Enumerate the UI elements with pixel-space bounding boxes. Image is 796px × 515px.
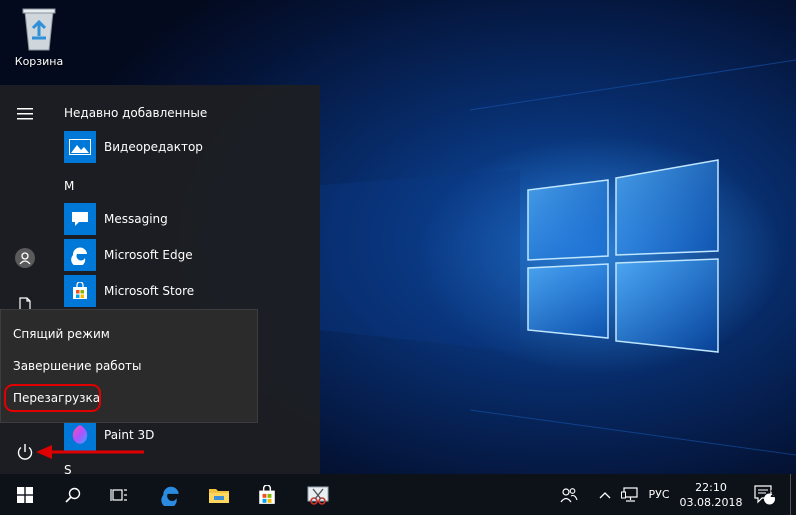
chevron-up-icon [599,491,611,498]
taskbar-snipping-tool[interactable] [296,474,340,515]
app-label: Messaging [104,212,168,226]
app-label: Microsoft Edge [104,248,193,262]
hamburger-icon [17,108,33,120]
store-tile [64,275,96,307]
input-language-button[interactable]: РУС [644,474,674,515]
show-hidden-icons-button[interactable] [594,474,616,515]
app-label: Paint 3D [104,428,155,442]
clock-time: 22:10 [695,480,727,494]
people-icon [560,487,578,502]
edge-tile [64,239,96,271]
scissors-icon [307,486,329,505]
red-arrow-annotation [36,445,144,459]
section-m-header[interactable]: M [64,179,74,193]
recycle-bin-label: Корзина [14,55,64,68]
clock-date: 03.08.2018 [679,495,743,509]
power-options-menu: Спящий режим Завершение работы Перезагру… [0,309,258,423]
network-icon [621,486,638,502]
app-messaging[interactable]: Messaging [64,203,168,235]
notification-count-badge: 2 [770,489,777,500]
folder-icon [209,488,229,503]
app-label: Видеоредактор [104,140,203,154]
task-view-button[interactable] [98,474,140,515]
taskbar-store[interactable] [246,474,288,515]
clock-button[interactable]: 22:10 03.08.2018 [678,474,744,515]
messaging-tile [64,203,96,235]
task-view-icon [110,488,127,501]
search-icon [65,487,81,503]
recently-added-header: Недавно добавленные [64,106,208,120]
photos-icon [69,139,91,155]
taskbar-edge[interactable] [150,474,192,515]
expand-menu-button[interactable] [8,99,42,129]
windows-start-icon [17,486,33,503]
edge-icon [161,486,179,506]
edge-icon [71,247,87,265]
people-button[interactable] [556,474,582,515]
app-microsoft-edge[interactable]: Microsoft Edge [64,239,193,271]
restart-highlight-outline [4,384,101,412]
recycle-bin-icon [22,8,56,51]
taskbar-file-explorer[interactable] [198,474,240,515]
video-editor-tile [64,131,96,163]
store-bag-icon [73,282,87,299]
power-icon [17,444,33,460]
store-bag-icon [259,484,275,504]
user-avatar-icon [15,248,35,268]
app-microsoft-store[interactable]: Microsoft Store [64,275,194,307]
network-button[interactable] [618,474,642,515]
action-center-button[interactable]: 2 [748,474,782,515]
shutdown-option[interactable]: Завершение работы [13,359,142,373]
taskbar: РУС 22:10 03.08.2018 2 [0,474,796,515]
search-button[interactable] [52,474,94,515]
recycle-bin-shortcut[interactable]: Корзина [8,4,70,68]
user-account-button[interactable] [8,243,42,273]
sleep-option[interactable]: Спящий режим [13,327,110,341]
show-desktop-button[interactable] [790,474,796,515]
app-label: Microsoft Store [104,284,195,298]
app-video-editor[interactable]: Видеоредактор [64,131,203,163]
start-button[interactable] [4,474,46,515]
chat-bubble-icon [72,212,88,226]
